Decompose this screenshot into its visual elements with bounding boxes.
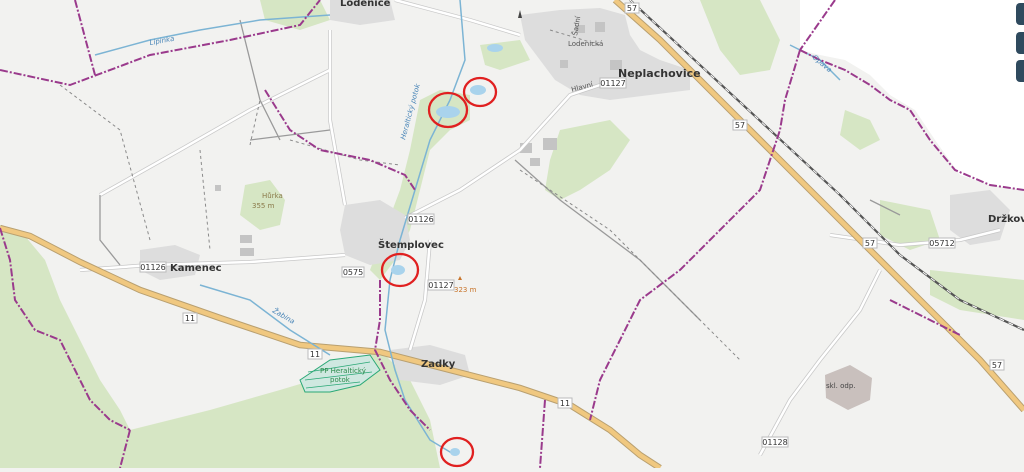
road-label-11a: 11	[182, 312, 198, 324]
road-label-57b: 57	[732, 119, 748, 131]
road-label-57d: 57	[989, 359, 1005, 371]
poi-waste-dump: skl. odp.	[826, 382, 856, 390]
svg-text:01126: 01126	[408, 215, 433, 224]
street-lodenicka: Lodenická	[568, 40, 603, 48]
poi-elevation-323: 323 m	[454, 286, 477, 294]
search-control[interactable]	[1016, 60, 1024, 82]
place-neplachovice: Neplachovice	[618, 67, 701, 80]
road-label-57c: 57	[862, 237, 878, 249]
list-control[interactable]	[1016, 32, 1024, 54]
svg-text:11: 11	[560, 399, 570, 408]
place-zadky: Zadky	[421, 359, 456, 370]
road-label-01127b: 01127	[427, 279, 455, 291]
road-label-01126b: 01126	[139, 261, 167, 273]
road-label-01128: 01128	[761, 436, 789, 448]
svg-text:05712: 05712	[929, 239, 954, 248]
svg-text:01128: 01128	[762, 438, 787, 447]
svg-text:11: 11	[185, 314, 195, 323]
svg-text:01127: 01127	[428, 281, 453, 290]
place-drzkovice: Držkovice	[988, 213, 1024, 225]
poi-hurka-elevation: 355 m	[252, 202, 275, 210]
svg-text:0575: 0575	[343, 268, 363, 277]
poi-hurka: Hůrka	[262, 192, 283, 200]
svg-text:57: 57	[735, 121, 745, 130]
svg-text:11: 11	[310, 350, 320, 359]
road-label-05712: 05712	[928, 237, 956, 249]
svg-text:01126: 01126	[140, 263, 165, 272]
place-kamenec: Kamenec	[170, 263, 222, 274]
map-svg[interactable]: 57 57 57 11 11 11 57 01127 01127 01126 0…	[0, 0, 1024, 471]
road-label-0575: 0575	[341, 266, 365, 278]
road-label-11b: 11	[307, 348, 323, 360]
svg-text:57: 57	[865, 239, 875, 248]
svg-text:57: 57	[627, 4, 637, 13]
place-stemplovec: Štemplovec	[378, 238, 444, 251]
road-label-11c: 11	[557, 397, 573, 409]
place-lodenice: Lodenice	[340, 0, 391, 9]
road-label-57a: 57	[624, 2, 640, 14]
map-canvas[interactable]: 57 57 57 11 11 11 57 01127 01127 01126 0…	[0, 0, 1024, 471]
reserve-label-line1: PP Heraltický	[320, 367, 366, 375]
svg-text:01127: 01127	[600, 79, 625, 88]
svg-text:57: 57	[992, 361, 1002, 370]
layers-control[interactable]	[1016, 3, 1024, 25]
reserve-label-line2: potok	[330, 376, 351, 384]
road-label-01126a: 01126	[407, 213, 435, 225]
